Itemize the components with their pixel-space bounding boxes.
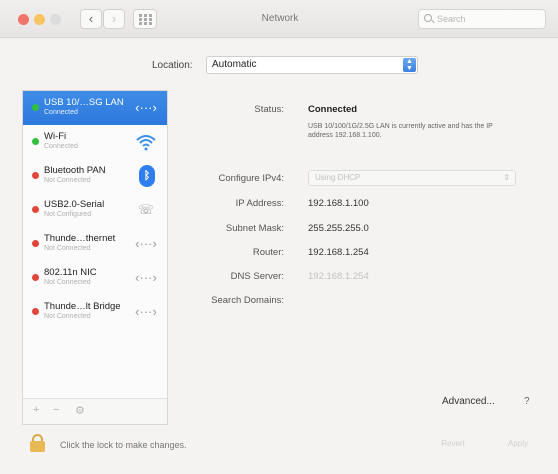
service-status: Not Configured (44, 211, 92, 218)
chevron-updown-icon: ⇕ (503, 173, 510, 182)
ethernet-arrows-icon: ‹···› (135, 270, 157, 285)
wifi-icon (135, 131, 157, 153)
forward-button[interactable]: › (103, 9, 125, 29)
location-label: Location: (152, 60, 193, 71)
service-name: Thunde…lt Bridge (44, 301, 121, 312)
service-status: Not Connected (44, 245, 91, 252)
configure-ipv4-value: Using DHCP (315, 173, 361, 182)
service-item-802-11n-nic[interactable]: 802.11n NIC Not Connected ‹···› (23, 261, 167, 295)
ip-address-value: 192.168.1.100 (308, 198, 369, 209)
ethernet-arrows-icon: ‹···› (135, 236, 157, 251)
router-label: Router: (252, 247, 284, 258)
service-name: USB 10/…SG LAN (44, 97, 124, 108)
status-dot (32, 206, 39, 213)
phone-icon: ☏ (137, 202, 155, 217)
status-dot (32, 138, 39, 145)
status-dot (32, 308, 39, 315)
service-item-thunderbolt-ethernet[interactable]: Thunde…thernet Not Connected ‹···› (23, 227, 167, 261)
remove-service-button[interactable]: − (53, 404, 59, 416)
zoom-window-button[interactable] (50, 14, 61, 25)
back-button[interactable]: ‹ (80, 9, 102, 29)
dns-server-label: DNS Server: (230, 271, 284, 282)
service-list-toolbar: + − ⚙ (23, 398, 167, 424)
service-status: Connected (44, 143, 78, 150)
service-name: USB2.0-Serial (44, 199, 105, 210)
service-list: USB 10/…SG LAN Connected ‹···› Wi-Fi Con… (22, 90, 168, 425)
ethernet-arrows-icon: ‹···› (135, 304, 157, 319)
close-window-button[interactable] (18, 14, 29, 25)
status-value: Connected (308, 104, 358, 115)
location-value: Automatic (212, 59, 257, 70)
network-preferences-window: ‹ › Network Search Location: Automatic ▲… (0, 0, 558, 474)
status-label: Status: (254, 104, 284, 115)
service-name: 802.11n NIC (44, 267, 97, 278)
lock-icon[interactable] (30, 434, 45, 452)
ethernet-arrows-icon: ‹···› (135, 100, 157, 115)
service-status: Not Connected (44, 177, 91, 184)
dns-server-value: 192.168.1.254 (308, 271, 369, 282)
gear-icon[interactable]: ⚙ (75, 404, 85, 417)
title-bar: ‹ › Network Search (0, 0, 558, 38)
subnet-mask-value: 255.255.255.0 (308, 223, 369, 234)
help-button[interactable]: ? (524, 396, 530, 407)
apply-button[interactable]: Apply (498, 436, 538, 452)
status-dot (32, 274, 39, 281)
router-value: 192.168.1.254 (308, 247, 369, 258)
ip-address-label: IP Address: (235, 198, 284, 209)
service-item-bluetooth-pan[interactable]: Bluetooth PAN Not Connected ᛒ (23, 159, 167, 193)
service-item-wifi[interactable]: Wi-Fi Connected (23, 125, 167, 159)
status-description: USB 10/100/1G/2.5G LAN is currently acti… (308, 123, 493, 139)
configure-ipv4-select[interactable]: Using DHCP ⇕ (308, 170, 516, 186)
lock-message: Click the lock to make changes. (60, 440, 187, 450)
service-status: Connected (44, 109, 78, 116)
chevron-updown-icon: ▲ ▼ (403, 58, 416, 72)
location-select[interactable]: Automatic ▲ ▼ (206, 56, 418, 74)
status-dot (32, 240, 39, 247)
search-field[interactable]: Search (418, 9, 546, 29)
service-name: Bluetooth PAN (44, 165, 106, 176)
search-icon (424, 14, 432, 22)
advanced-button[interactable]: Advanced... (442, 396, 495, 407)
subnet-mask-label: Subnet Mask: (225, 223, 284, 234)
revert-button[interactable]: Revert (432, 436, 474, 452)
show-all-button[interactable] (133, 9, 157, 29)
service-item-usb-lan[interactable]: USB 10/…SG LAN Connected ‹···› (23, 91, 167, 125)
service-item-usb-serial[interactable]: USB2.0-Serial Not Configured ☏ (23, 193, 167, 227)
search-domains-label: Search Domains: (211, 295, 284, 306)
window-title: Network (261, 13, 299, 24)
service-status: Not Connected (44, 279, 91, 286)
bluetooth-icon: ᛒ (139, 165, 155, 187)
service-detail-panel: Status: Connected USB 10/100/1G/2.5G LAN… (172, 90, 542, 425)
minimize-window-button[interactable] (34, 14, 45, 25)
service-name: Wi-Fi (44, 131, 67, 142)
service-item-thunderbolt-bridge[interactable]: Thunde…lt Bridge Not Connected ‹···› (23, 295, 167, 329)
status-dot (32, 172, 39, 179)
configure-ipv4-label: Configure IPv4: (218, 173, 284, 184)
service-status: Not Connected (44, 313, 91, 320)
search-placeholder: Search (437, 14, 466, 24)
status-dot (32, 104, 39, 111)
service-name: Thunde…thernet (44, 233, 116, 244)
add-service-button[interactable]: + (33, 404, 39, 416)
